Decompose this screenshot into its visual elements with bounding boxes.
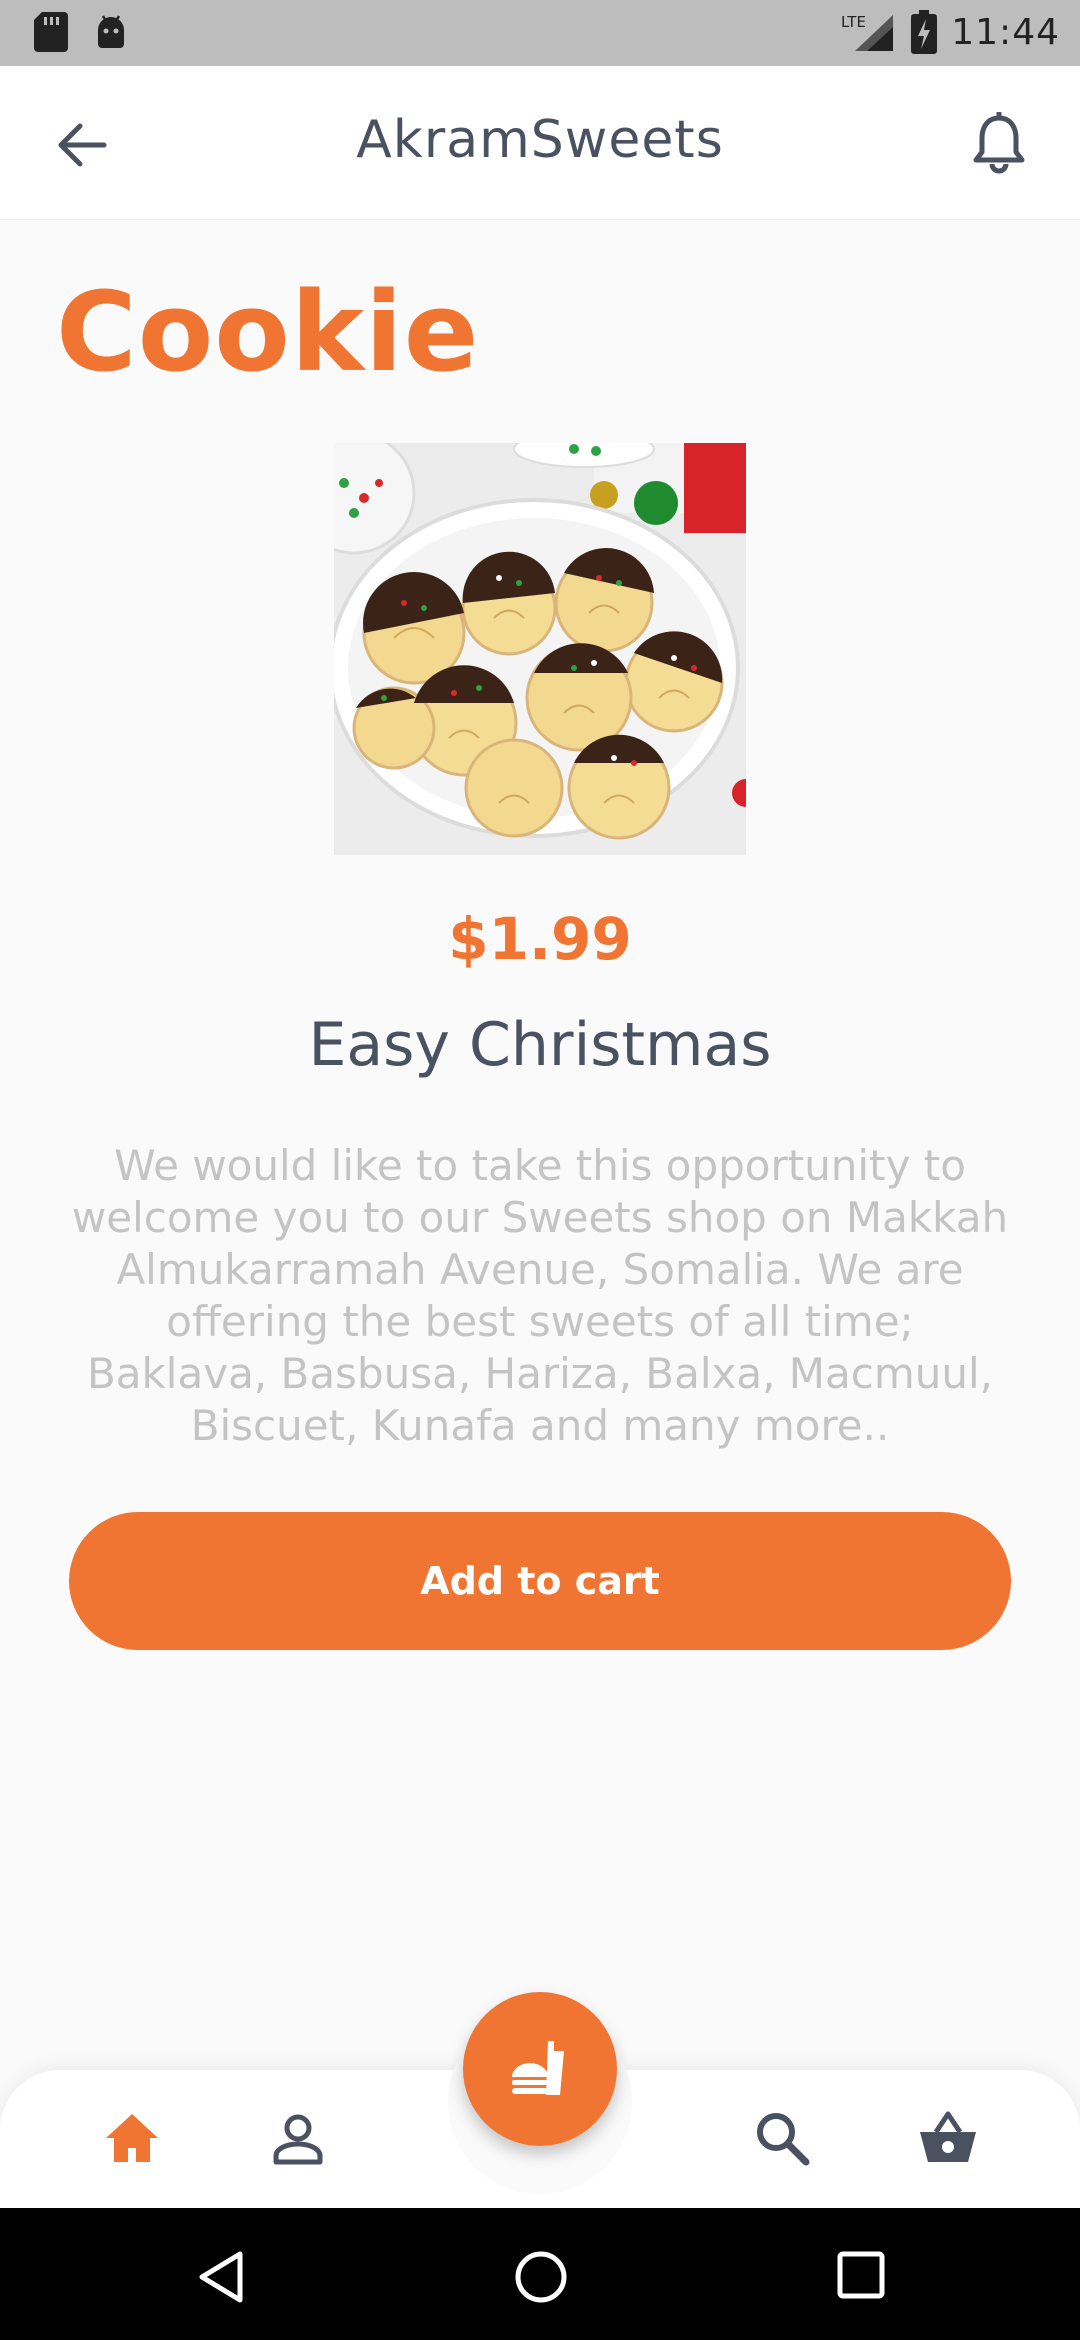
person-icon[interactable] [268,2108,328,2168]
bell-icon[interactable] [970,112,1028,174]
status-bar: LTE 11:44 [0,0,1080,66]
nav-home-icon[interactable] [514,2250,568,2304]
app-title: AkramSweets [356,110,724,170]
android-icon [98,15,124,48]
home-icon[interactable] [102,2108,162,2168]
app-bar: AkramSweets [0,66,1080,220]
signal-icon: LTE [841,13,894,51]
nav-back-icon[interactable] [196,2250,246,2304]
android-nav-bar [0,2208,1080,2340]
sd-card-icon [34,12,68,52]
category-title: Cookie [56,268,480,396]
battery-charging-icon [911,10,938,54]
nav-recents-icon[interactable] [836,2250,886,2300]
search-icon[interactable] [752,2108,812,2168]
product-description: We would like to take this opportunity t… [71,1141,1009,1450]
basket-icon[interactable] [918,2108,978,2168]
fastfood-icon [512,2041,564,2095]
svg-text:LTE: LTE [841,13,866,31]
status-time: 11:44 [951,11,1060,53]
product-price: $1.99 [448,905,632,973]
add-to-cart-button[interactable]: Add to cart [69,1512,1011,1650]
product-image [334,443,746,855]
fastfood-fab[interactable] [463,1992,617,2146]
product-name: Easy Christmas [308,1010,772,1080]
